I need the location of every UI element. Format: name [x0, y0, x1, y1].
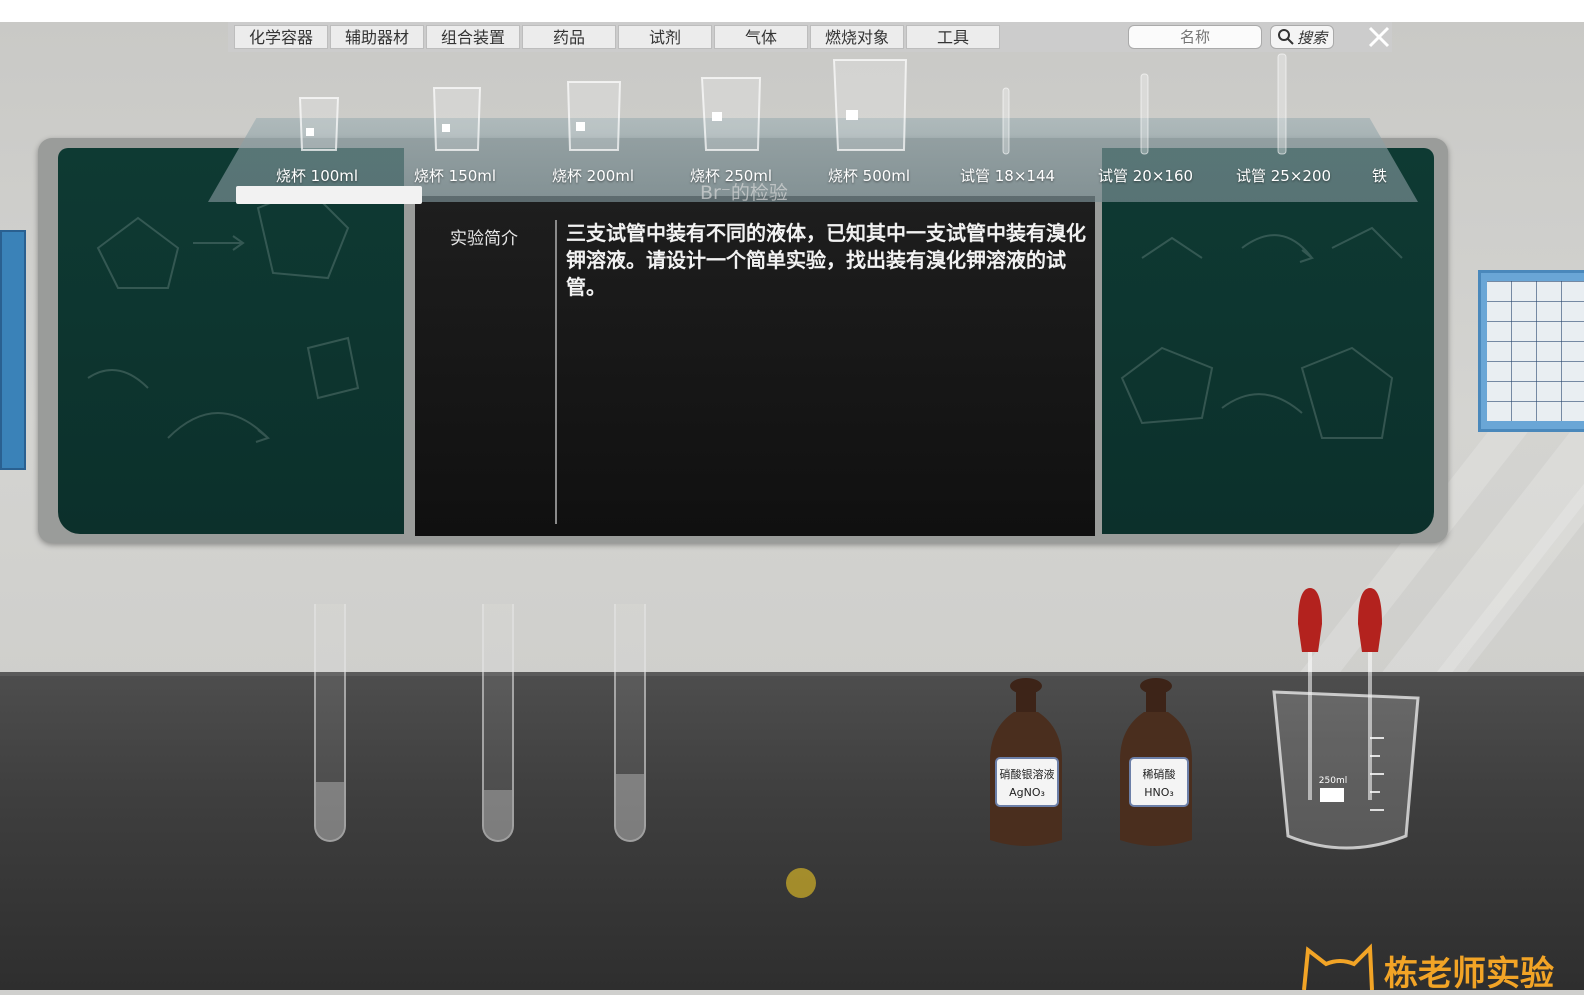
- bottle-formula: HNO₃: [1144, 786, 1174, 799]
- shelf-item-label: 铁: [1372, 167, 1388, 184]
- beaker-icon: [566, 81, 622, 151]
- test-tube-3[interactable]: [614, 604, 646, 844]
- chalk-drawing: [87, 186, 360, 443]
- shelf-item-label: 烧杯 500ml: [827, 167, 911, 185]
- blackboard-left-panel: [58, 148, 404, 534]
- beaker-icon: [432, 87, 482, 151]
- test-tube-body: [614, 604, 646, 842]
- close-icon: [1368, 26, 1390, 48]
- search-button-label: 搜索: [1296, 28, 1327, 47]
- liquid: [616, 774, 644, 840]
- liquid: [316, 782, 344, 840]
- cat-logo-icon: [1300, 942, 1374, 991]
- tab-gases[interactable]: 气体: [714, 25, 808, 49]
- test-tube-2[interactable]: [482, 604, 514, 844]
- shelf-item-label: 试管 25×200: [1236, 167, 1332, 185]
- search-icon: [1277, 29, 1294, 45]
- tab-drugs[interactable]: 药品: [522, 25, 616, 49]
- tab-reagents[interactable]: 试剂: [618, 25, 712, 49]
- test-tube-body: [482, 604, 514, 842]
- bottle-label: 稀硝酸: [1142, 768, 1176, 781]
- bottle-label: 硝酸银溶液: [999, 768, 1055, 781]
- shelf-item-label: 试管 18×144: [960, 167, 1056, 185]
- beaker-icon: [832, 59, 908, 151]
- watermark: 栋老师实验: [1384, 954, 1554, 994]
- test-tube-1[interactable]: [314, 604, 346, 844]
- shelf-item-label: 试管 20×160: [1098, 167, 1194, 185]
- shelf-item-beaker-150ml[interactable]: 烧杯 150ml: [408, 80, 502, 185]
- shelf-item-label: 烧杯 100ml: [275, 167, 359, 185]
- tab-combustion-objects[interactable]: 燃烧对象: [810, 25, 904, 49]
- shelf-item-label: 烧杯 250ml: [689, 167, 773, 185]
- test-tube-body: [314, 604, 346, 842]
- beaker-volume-label: 250ml: [1318, 776, 1348, 786]
- intro-label: 实验简介: [450, 229, 518, 249]
- shelf-item-beaker-200ml[interactable]: 烧杯 200ml: [546, 76, 640, 185]
- wall-poster-left: [0, 230, 26, 470]
- tab-tools[interactable]: 工具: [906, 25, 1000, 49]
- reagent-bottle-dilute-nitric-acid[interactable]: 稀硝酸 HNO₃: [1114, 676, 1198, 856]
- shelf-item-label: 烧杯 150ml: [413, 167, 497, 185]
- shelf-item-beaker-100ml[interactable]: 烧杯 100ml: [270, 88, 364, 185]
- chalk-drawing: [1120, 226, 1403, 439]
- shelf-item-partial[interactable]: 铁: [1372, 150, 1396, 184]
- beaker-icon: [298, 97, 340, 151]
- test-tube-icon: [1140, 73, 1149, 155]
- tab-chemical-containers[interactable]: 化学容器: [234, 25, 328, 49]
- selected-item-highlight: [236, 186, 422, 204]
- shelf-item-beaker-500ml[interactable]: 烧杯 500ml: [822, 54, 916, 185]
- bottle-formula: AgNO₃: [1009, 786, 1045, 799]
- test-tube-icon: [1002, 87, 1010, 155]
- tab-combined-apparatus[interactable]: 组合装置: [426, 25, 520, 49]
- shelf-item-test-tube-25x200[interactable]: 试管 25×200: [1236, 52, 1332, 185]
- liquid: [484, 790, 512, 840]
- close-button[interactable]: [1364, 22, 1394, 52]
- reagent-bottle-silver-nitrate[interactable]: 硝酸银溶液 AgNO₃: [984, 676, 1068, 856]
- shelf-item-test-tube-18x144[interactable]: 试管 18×144: [960, 84, 1056, 185]
- pointer-cursor: [786, 868, 816, 898]
- search-input[interactable]: [1128, 25, 1262, 49]
- test-tube-icon: [1277, 53, 1287, 155]
- beaker-icon: [1272, 588, 1420, 850]
- shelf-item-beaker-250ml[interactable]: 烧杯 250ml: [684, 72, 778, 185]
- search-button[interactable]: 搜索: [1270, 25, 1334, 49]
- intro-text: 三支试管中装有不同的液体，已知其中一支试管中装有溴化钾溶液。请设计一个简单实验，…: [566, 221, 1086, 299]
- beaker-with-droppers[interactable]: 250ml: [1270, 588, 1430, 864]
- shelf-item-test-tube-20x160[interactable]: 试管 20×160: [1098, 70, 1194, 185]
- intro-divider: [555, 220, 557, 524]
- blackboard-right-panel: [1102, 148, 1434, 534]
- top-white-strip: [0, 0, 1584, 22]
- tab-auxiliary-equipment[interactable]: 辅助器材: [330, 25, 424, 49]
- beaker-icon: [700, 77, 762, 151]
- wall-poster-right: [1478, 270, 1584, 432]
- shelf-item-label: 烧杯 200ml: [551, 167, 635, 185]
